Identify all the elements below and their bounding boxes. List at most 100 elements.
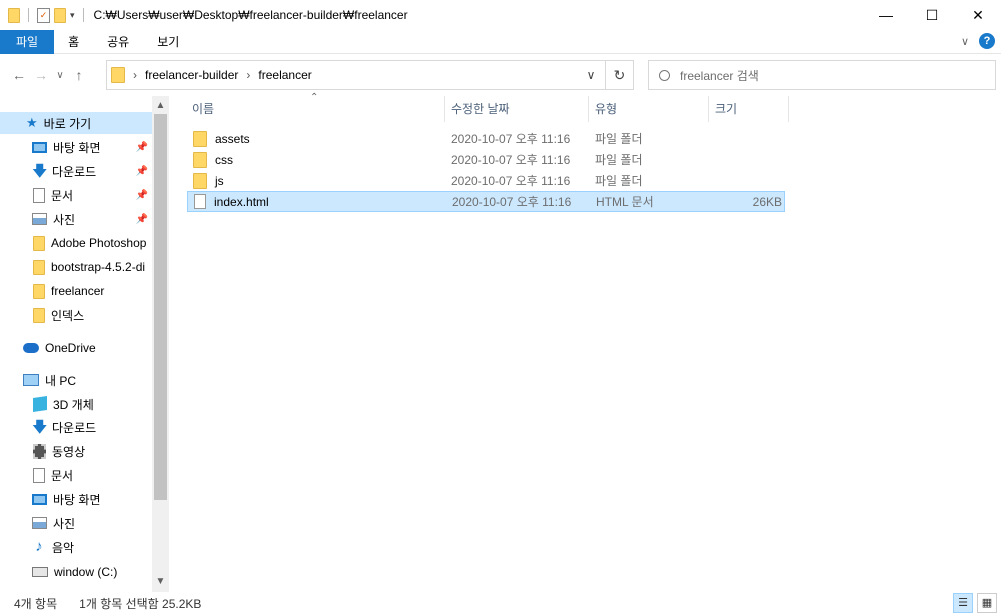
sidebar-item-pc-documents[interactable]: 문서 [0,464,152,486]
search-box[interactable]: freelancer 검색 [648,60,996,90]
search-input[interactable]: freelancer 검색 [680,67,759,84]
folder-icon [33,307,45,323]
sidebar-item-onedrive[interactable]: OneDrive [0,337,152,359]
file-date: 2020-10-07 오후 11:16 [451,153,571,167]
file-row-index-html[interactable]: index.html 2020-10-07 오후 11:16 HTML 문서 2… [187,191,785,212]
scrollbar-thumb[interactable] [154,114,167,500]
html-file-icon [194,194,206,209]
sidebar-item-drive-c[interactable]: window (C:) [0,561,152,583]
file-name: assets [215,131,250,146]
recent-locations-button[interactable]: ∨ [52,70,68,81]
file-name: css [215,152,233,167]
sidebar-item-3d-objects[interactable]: 3D 개체 [0,393,152,415]
properties-icon[interactable]: ✓ [37,7,50,23]
breadcrumb-freelancer-builder[interactable]: freelancer-builder [145,68,238,82]
sidebar-item-label: 내 PC [45,373,77,388]
onedrive-icon [23,343,39,353]
breadcrumb-separator[interactable]: › [246,68,250,82]
breadcrumb-freelancer[interactable]: freelancer [258,68,311,82]
sidebar-item-downloads[interactable]: 🡇 다운로드 📌 [0,160,152,182]
sidebar-item-pc-downloads[interactable]: 🡇 다운로드 [0,416,152,438]
column-size[interactable]: 크기 [709,96,789,122]
sidebar-item-adobe-photoshop[interactable]: Adobe Photoshop [0,232,152,254]
sidebar-item-label: 음악 [52,540,75,555]
pin-icon: 📌 [135,165,148,177]
divider [82,8,84,22]
file-name: js [215,173,224,188]
close-button[interactable]: ✕ [955,0,1001,30]
large-icons-view-button[interactable]: ▦ [977,593,997,613]
sidebar-item-label: bootstrap-4.5.2-di [51,260,146,274]
file-row-assets[interactable]: assets 2020-10-07 오후 11:16 파일 폴더 [187,128,785,149]
this-pc-icon [23,374,39,386]
minimize-button[interactable]: — [863,0,909,30]
scroll-up-button[interactable]: ▲ [152,98,169,114]
file-row-js[interactable]: js 2020-10-07 오후 11:16 파일 폴더 [187,170,785,191]
forward-button[interactable]: → [30,67,52,83]
sidebar-item-label: 3D 개체 [53,397,94,412]
sidebar-item-label: 다운로드 [52,164,97,179]
sidebar-item-freelancer[interactable]: freelancer [0,280,152,302]
sidebar-item-music[interactable]: ♪ 음악 [0,536,152,558]
sidebar-item-videos[interactable]: 동영상 [0,440,152,462]
tab-home[interactable]: 홈 [54,30,93,54]
file-row-css[interactable]: css 2020-10-07 오후 11:16 파일 폴더 [187,149,785,170]
desktop-icon [32,493,47,505]
customize-toolbar-icon[interactable]: ▾ [70,10,75,21]
folder-icon [111,67,125,83]
title-bar: ✓ ▾ C:₩Users₩user₩Desktop₩freelancer-bui… [0,0,1001,30]
status-bar: 4개 항목 1개 항목 선택함 25.2KB ☰ ▦ [0,592,1001,614]
sidebar-item-label: 문서 [51,188,74,203]
folder-icon [193,172,207,189]
folder-icon [33,235,45,251]
maximize-button[interactable]: ☐ [909,0,955,30]
file-type: 파일 폴더 [595,153,643,167]
column-type[interactable]: 유형 [589,96,709,122]
quick-access-toolbar: ✓ ▾ [0,7,88,23]
tab-share[interactable]: 공유 [93,30,143,54]
sidebar-item-label: 동영상 [52,444,86,459]
sidebar-item-label: 인덱스 [51,308,85,323]
details-view-button[interactable]: ☰ [953,593,973,613]
pictures-icon [32,213,47,225]
sidebar-item-label: 사진 [53,212,76,227]
tab-file[interactable]: 파일 [0,29,55,54]
folder-icon [193,151,207,168]
sidebar-item-pictures[interactable]: 사진 📌 [0,208,152,230]
back-button[interactable]: ← [8,67,30,83]
up-button[interactable]: ↑ [68,67,90,83]
window-controls: — ☐ ✕ [863,0,1001,30]
scroll-down-button[interactable]: ▼ [152,574,169,590]
sidebar-item-label: 바탕 화면 [53,140,101,155]
refresh-button[interactable]: ↻ [606,60,634,90]
new-folder-icon[interactable] [54,7,66,23]
sidebar-item-pc-pictures[interactable]: 사진 [0,512,152,534]
column-name[interactable]: 이름 [186,96,445,122]
file-date: 2020-10-07 오후 11:16 [451,132,571,146]
window-title: C:₩Users₩user₩Desktop₩freelancer-builder… [93,8,408,22]
sidebar-scrollbar[interactable]: ▲ ▼ [152,96,169,592]
sidebar-item-label: Adobe Photoshop [51,236,147,250]
help-icon[interactable]: ? [979,33,995,49]
expand-ribbon-icon[interactable]: ∨ [961,35,969,48]
file-date: 2020-10-07 오후 11:16 [452,195,572,209]
tab-view[interactable]: 보기 [143,30,193,54]
sidebar-item-label: 문서 [51,468,74,483]
sidebar-item-this-pc[interactable]: 내 PC [0,369,152,391]
music-icon: ♪ [35,538,43,555]
desktop-icon [32,141,47,153]
download-icon: 🡇 [32,418,48,436]
sidebar-item-documents[interactable]: 문서 📌 [0,184,152,206]
sidebar-item-pc-desktop[interactable]: 바탕 화면 [0,488,152,510]
sidebar-item-bootstrap[interactable]: bootstrap-4.5.2-di [0,256,152,278]
address-dropdown-button[interactable]: ∨ [577,68,605,82]
breadcrumb-separator[interactable]: › [133,68,137,82]
sidebar-item-desktop[interactable]: 바탕 화면 📌 [0,136,152,158]
sidebar-item-quick-access[interactable]: ★ 바로 가기 [0,112,152,134]
sidebar-item-index[interactable]: 인덱스 [0,304,152,326]
column-header: 이름 수정한 날짜 유형 크기 [186,96,789,122]
column-date-modified[interactable]: 수정한 날짜 [445,96,589,122]
sidebar-item-label: window (C:) [54,565,118,579]
address-bar[interactable]: › freelancer-builder › freelancer ∨ [106,60,606,90]
item-count: 4개 항목 [14,596,58,611]
